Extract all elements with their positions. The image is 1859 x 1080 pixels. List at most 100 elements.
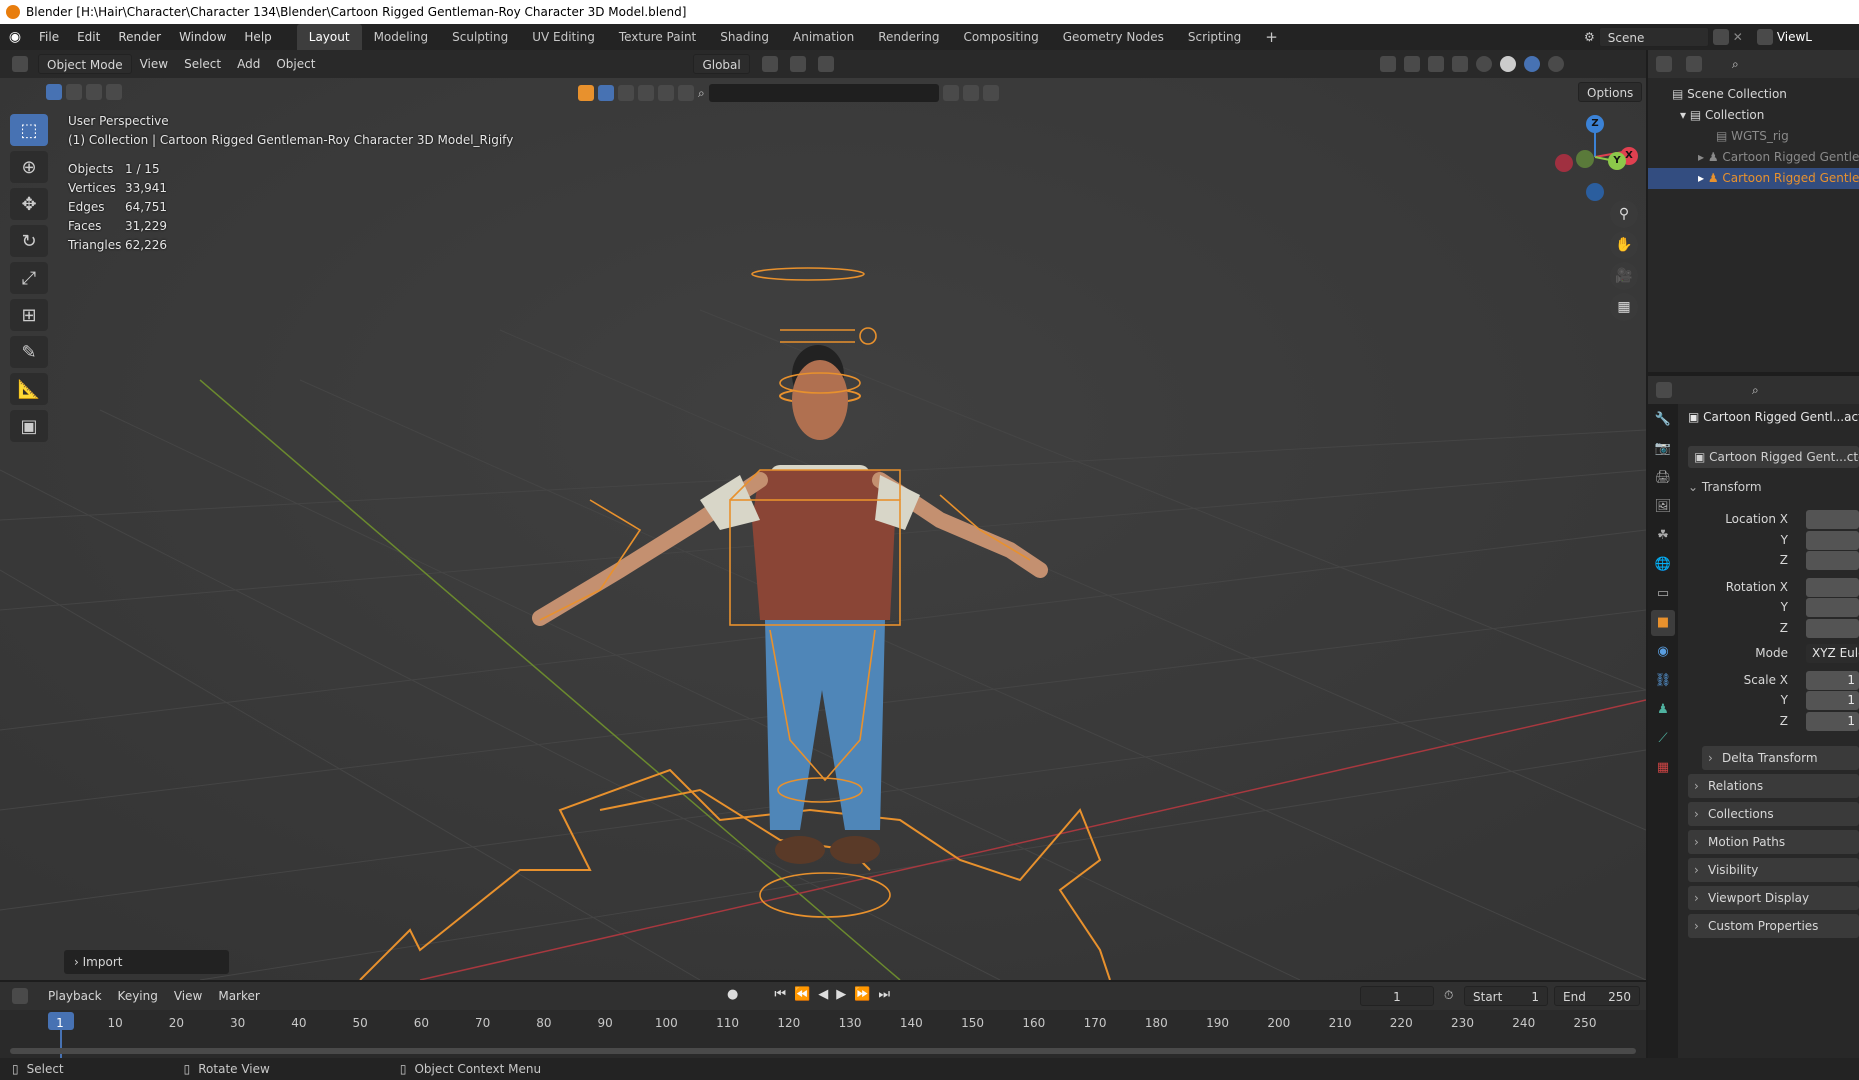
prev-keyframe-icon[interactable]: ⏪ xyxy=(794,987,810,1002)
tab-layout[interactable]: Layout xyxy=(296,24,362,50)
custom-properties-section[interactable]: › Custom Properties xyxy=(1688,914,1859,938)
rotation-y-field[interactable] xyxy=(1806,598,1859,617)
scene-tab-icon[interactable]: ☘ xyxy=(1651,523,1675,549)
navigation-gizmo[interactable]: Z X Y xyxy=(1550,112,1640,202)
expand-arrow-icon[interactable]: ▾ xyxy=(1680,108,1690,122)
delta-transform-section[interactable]: › Delta Transform xyxy=(1702,746,1859,770)
expand-arrow-icon[interactable]: ▸ xyxy=(1698,150,1708,164)
object-tab-icon[interactable]: ■ xyxy=(1651,610,1675,636)
expand-arrow-icon[interactable]: ▸ xyxy=(1698,171,1708,185)
view-layer-tab-icon[interactable]: 🖼 xyxy=(1651,494,1675,520)
cursor-tool[interactable]: ⊕ xyxy=(10,151,48,183)
rotation-x-field[interactable] xyxy=(1806,578,1859,597)
camera-filter-icon[interactable] xyxy=(658,85,674,101)
modifiers-tab-icon[interactable]: ◉ xyxy=(1651,639,1675,665)
menu-edit[interactable]: Edit xyxy=(68,24,109,50)
xray-icon[interactable] xyxy=(1452,56,1468,72)
annotate-tool[interactable]: ✎ xyxy=(10,336,48,368)
outliner-item-rig-b[interactable]: ▸ ♟ Cartoon Rigged Gentlem xyxy=(1648,168,1859,189)
new-scene-icon[interactable] xyxy=(1712,29,1729,45)
motion-paths-section[interactable]: › Motion Paths xyxy=(1688,830,1859,854)
armature-filter-icon[interactable] xyxy=(678,85,694,101)
scale-y-field[interactable]: 1 xyxy=(1806,691,1859,710)
last-operator-panel[interactable]: › Import xyxy=(64,950,229,974)
jump-start-icon[interactable]: ⏮ xyxy=(774,987,786,1002)
tool-tab-icon[interactable]: 🔧 xyxy=(1651,407,1675,433)
menu-add[interactable]: Add xyxy=(229,54,268,74)
outliner-item-scene-collection[interactable]: ▤ Scene Collection xyxy=(1648,84,1859,105)
gizmo-neg-x-icon[interactable] xyxy=(1555,154,1573,172)
outliner-item-collection[interactable]: ▾ ▤ Collection xyxy=(1648,105,1859,126)
gizmo-z-icon[interactable]: Z xyxy=(1586,115,1604,133)
blender-menu-icon[interactable]: ◉ xyxy=(0,29,30,45)
funnel-icon[interactable] xyxy=(982,85,999,101)
menu-playback[interactable]: Playback xyxy=(40,986,110,1006)
transform-section-header[interactable]: ⌄ Transform xyxy=(1688,480,1762,494)
close-scene-icon[interactable]: ✕ xyxy=(1733,30,1743,44)
display-mode-icon[interactable] xyxy=(1686,56,1702,72)
end-frame-field[interactable]: End 250 xyxy=(1554,986,1640,1006)
measure-tool[interactable]: 📐 xyxy=(10,373,48,405)
viewport-search-input[interactable] xyxy=(708,84,939,102)
scale-z-field[interactable]: 1 xyxy=(1806,712,1859,731)
play-icon[interactable]: ▶ xyxy=(836,987,846,1002)
record-icon[interactable]: ● xyxy=(727,987,738,1002)
start-frame-field[interactable]: Start 1 xyxy=(1464,986,1548,1006)
texture-tab-icon[interactable]: ▦ xyxy=(1651,755,1675,781)
mode-selector[interactable]: Object Mode xyxy=(38,54,132,74)
armature-data-tab-icon[interactable]: ♟ xyxy=(1651,697,1675,723)
play-reverse-icon[interactable]: ◀ xyxy=(818,987,828,1002)
collection-filter-icon[interactable] xyxy=(962,85,979,101)
material-shading-icon[interactable] xyxy=(1524,56,1540,72)
rotate-tool[interactable]: ↻ xyxy=(10,225,48,257)
rotation-mode-select[interactable]: XYZ Eule xyxy=(1806,644,1859,663)
solid-shading-icon[interactable] xyxy=(1500,56,1516,72)
menu-keying[interactable]: Keying xyxy=(110,986,166,1006)
outliner-item-wgts[interactable]: ▤ WGTS_rig xyxy=(1648,126,1859,147)
tab-animation[interactable]: Animation xyxy=(781,24,866,50)
visibility-section[interactable]: › Visibility xyxy=(1688,858,1859,882)
snap-icon[interactable] xyxy=(789,56,806,72)
current-frame-field[interactable]: 1 xyxy=(1360,986,1434,1006)
transform-tool[interactable]: ⊞ xyxy=(10,299,48,331)
object-type-icon[interactable] xyxy=(578,85,594,101)
stopwatch-icon[interactable]: ⏱ xyxy=(1444,988,1453,1003)
tab-rendering[interactable]: Rendering xyxy=(866,24,951,50)
select-subtract-icon[interactable] xyxy=(86,84,102,100)
tab-compositing[interactable]: Compositing xyxy=(951,24,1050,50)
object-name-row[interactable]: ▣ Cartoon Rigged Gentl...acte xyxy=(1688,410,1859,424)
location-y-field[interactable] xyxy=(1806,531,1859,550)
tab-scripting[interactable]: Scripting xyxy=(1176,24,1253,50)
3d-viewport[interactable] xyxy=(0,50,1646,980)
menu-timeline-view[interactable]: View xyxy=(166,986,210,1006)
menu-select[interactable]: Select xyxy=(176,54,229,74)
relations-section[interactable]: › Relations xyxy=(1688,774,1859,798)
timeline-scrollbar[interactable] xyxy=(10,1048,1636,1054)
world-tab-icon[interactable]: 🌐 xyxy=(1651,552,1675,578)
properties-editor-icon[interactable] xyxy=(1656,382,1672,398)
ortho-grid-icon[interactable]: ▦ xyxy=(1610,293,1638,321)
menu-object[interactable]: Object xyxy=(268,54,323,74)
menu-render[interactable]: Render xyxy=(109,24,170,50)
jump-end-icon[interactable]: ⏭ xyxy=(878,987,890,1002)
rotation-z-field[interactable] xyxy=(1806,619,1859,638)
rendered-shading-icon[interactable] xyxy=(1548,56,1564,72)
location-z-field[interactable] xyxy=(1806,551,1859,570)
bookmark-icon[interactable] xyxy=(942,85,959,101)
scene-icon[interactable]: ⚙ xyxy=(1584,30,1595,44)
outliner-editor-icon[interactable] xyxy=(1656,56,1672,72)
collections-section[interactable]: › Collections xyxy=(1688,802,1859,826)
collection-tab-icon[interactable]: ▭ xyxy=(1651,581,1675,607)
select-box-tool[interactable]: ⬚ xyxy=(10,114,48,146)
wireframe-shading-icon[interactable] xyxy=(1476,56,1492,72)
output-tab-icon[interactable]: 🖨 xyxy=(1651,465,1675,491)
options-button[interactable]: Options xyxy=(1578,82,1643,102)
object-data-field[interactable]: ▣ Cartoon Rigged Gent...cte xyxy=(1688,446,1859,468)
properties-search-icon[interactable]: ⌕ xyxy=(1752,383,1759,398)
render-tab-icon[interactable]: 📷 xyxy=(1651,436,1675,462)
gizmo-neg-z-icon[interactable] xyxy=(1586,183,1604,201)
transform-orientation[interactable]: Global xyxy=(693,54,750,74)
next-keyframe-icon[interactable]: ⏩ xyxy=(854,987,870,1002)
timeline-editor-icon[interactable] xyxy=(12,988,28,1004)
tab-uv-editing[interactable]: UV Editing xyxy=(520,24,607,50)
